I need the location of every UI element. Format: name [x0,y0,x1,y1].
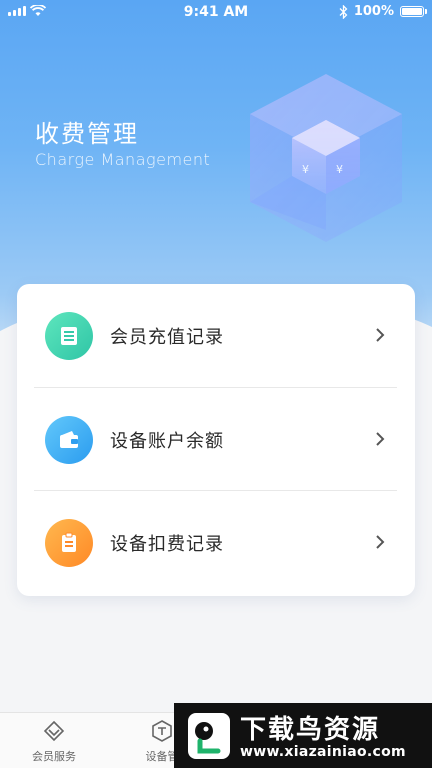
cube-illustration-icon: ¥ ¥ [250,74,402,242]
svg-text:¥: ¥ [336,163,343,176]
chevron-right-icon [376,432,385,446]
watermark-title: 下载鸟资源 [240,715,381,745]
page-title: 收费管理 [35,120,139,148]
watermark-banner: 下载鸟资源 www.xiazainiao.com [174,703,432,768]
menu-item-recharge-records[interactable]: 会员充值记录 [17,284,415,387]
status-right: 100% [339,4,427,19]
watermark-url: www.xiazainiao.com [240,744,406,760]
menu-item-label: 设备扣费记录 [110,533,224,555]
device-icon [152,720,172,742]
clipboard-icon [45,519,93,567]
menu-card: 会员充值记录 设备账户余额 设备扣费记录 [17,284,415,596]
menu-item-label: 会员充值记录 [110,326,224,348]
battery-icon [400,6,427,17]
battery-percent: 100% [353,4,394,19]
wallet-icon [45,416,93,464]
bird-logo-icon [188,713,230,759]
receipt-icon [45,312,93,360]
menu-item-deduction-records[interactable]: 设备扣费记录 [17,491,415,594]
menu-item-device-balance[interactable]: 设备账户余额 [17,388,415,491]
status-bar: 9:41 AM 100% [0,0,432,24]
bluetooth-icon [339,4,348,19]
chevron-right-icon [376,535,385,549]
tab-member-service[interactable]: 会员服务 [0,713,108,768]
svg-text:¥: ¥ [302,163,309,176]
page-subtitle: Charge Management [35,150,211,169]
tab-label: 会员服务 [32,750,76,763]
diamond-icon [43,720,65,742]
chevron-right-icon [376,328,385,342]
menu-item-label: 设备账户余额 [110,430,224,452]
